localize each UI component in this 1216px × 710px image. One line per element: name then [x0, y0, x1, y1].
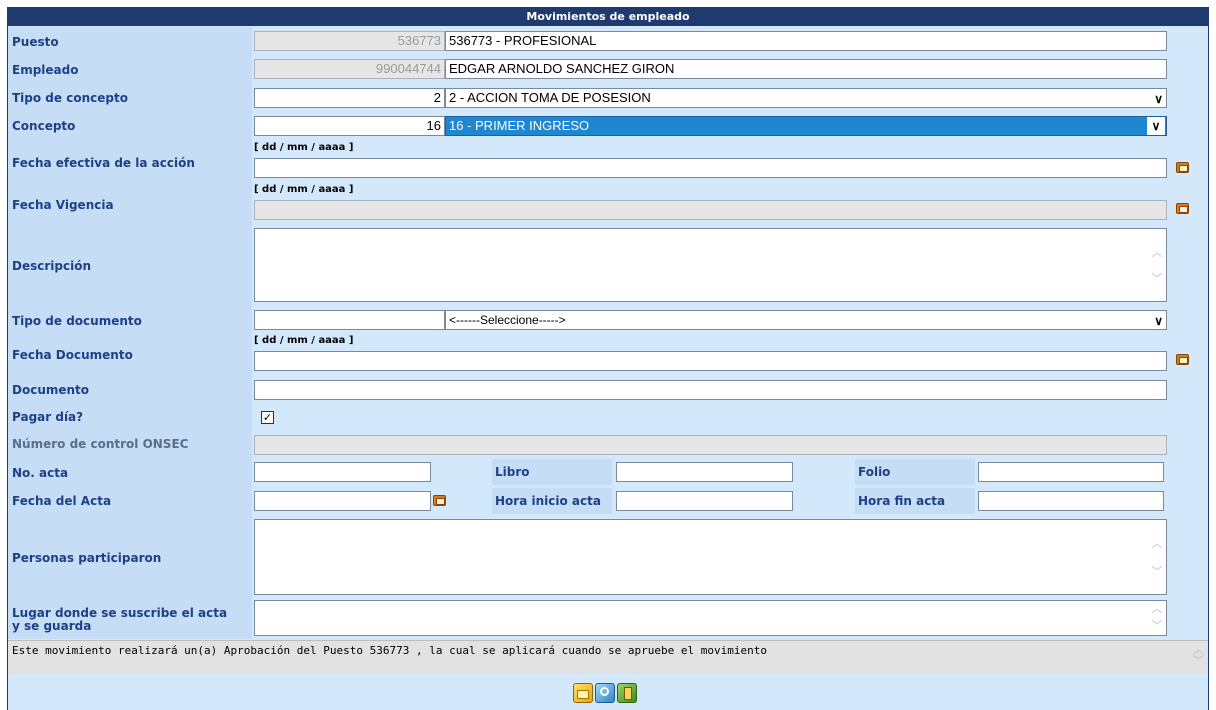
lugar-label-line2: y se guarda: [12, 619, 92, 633]
numero-control-label: Número de control ONSEC: [12, 437, 189, 451]
documento-field[interactable]: [254, 380, 1167, 400]
fecha-documento-label: Fecha Documento: [12, 348, 133, 362]
personas-label: Personas participaron: [12, 551, 162, 565]
status-message-text: Este movimiento realizará un(a) Aprobaci…: [12, 644, 767, 657]
fecha-efectiva-label: Fecha efectiva de la acción: [12, 156, 195, 170]
calendar-icon[interactable]: [1176, 162, 1189, 173]
fecha-documento-field[interactable]: [254, 351, 1167, 371]
tipo-documento-label: Tipo de documento: [12, 314, 142, 328]
fecha-vigencia-field: [254, 200, 1167, 220]
hora-inicio-field[interactable]: [616, 491, 793, 511]
employee-movement-form: Movimientos de empleado Puesto 536773 53…: [7, 7, 1209, 710]
concepto-select[interactable]: 16 - PRIMER INGRESO ∨: [445, 116, 1167, 136]
empleado-field[interactable]: EDGAR ARNOLDO SANCHEZ GIRON: [445, 59, 1167, 79]
empleado-code-field: 990044744: [254, 59, 445, 79]
no-acta-field[interactable]: [254, 462, 431, 482]
chevron-down-icon: ∨: [1147, 117, 1165, 135]
tipo-documento-select[interactable]: <------Seleccione-----> ∨: [445, 310, 1167, 330]
exit-icon[interactable]: [617, 683, 637, 703]
chevron-down-icon: ∨: [1154, 92, 1163, 106]
no-acta-label: No. acta: [12, 466, 69, 480]
tipo-concepto-selected: 2 - ACCION TOMA DE POSESION: [449, 90, 651, 105]
documento-label: Documento: [12, 383, 90, 397]
calendar-icon[interactable]: [1176, 354, 1189, 365]
door-icon: [624, 687, 632, 700]
tipo-concepto-code-field[interactable]: 2: [254, 88, 445, 108]
magnifier-icon: [600, 687, 609, 696]
personas-textarea[interactable]: ︿ ﹀: [254, 519, 1167, 595]
tipo-documento-selected: <------Seleccione----->: [449, 313, 566, 327]
hora-fin-field[interactable]: [978, 491, 1164, 511]
puesto-field[interactable]: 536773 - PROFESIONAL: [445, 31, 1167, 51]
tipo-documento-code-field[interactable]: [254, 310, 445, 330]
scroll-down-icon[interactable]: ﹀: [1150, 620, 1164, 631]
chevron-down-icon: ∨: [1154, 314, 1163, 328]
fecha-vigencia-hint: [ dd / mm / aaaa ]: [254, 184, 354, 195]
folder-icon: [577, 690, 589, 699]
scroll-down-icon[interactable]: ﹀: [1150, 273, 1164, 284]
lugar-textarea[interactable]: ︿ ﹀: [254, 600, 1167, 636]
form-title: Movimientos de empleado: [8, 7, 1208, 26]
scroll-down-icon[interactable]: ﹀: [1150, 566, 1164, 577]
fecha-efectiva-hint: [ dd / mm / aaaa ]: [254, 142, 354, 153]
libro-field[interactable]: [616, 462, 793, 482]
tipo-concepto-select[interactable]: 2 - ACCION TOMA DE POSESION ∨: [445, 88, 1167, 108]
fecha-documento-hint: [ dd / mm / aaaa ]: [254, 335, 354, 346]
search-icon[interactable]: [595, 683, 615, 703]
scroll-up-icon[interactable]: ︿: [1150, 247, 1164, 258]
hora-fin-label: Hora fin acta: [855, 488, 975, 514]
puesto-code-field: 536773: [254, 31, 445, 51]
folio-field[interactable]: [978, 462, 1164, 482]
concepto-selected: 16 - PRIMER INGRESO: [449, 118, 590, 133]
status-message: Este movimiento realizará un(a) Aprobaci…: [8, 640, 1208, 674]
calendar-icon[interactable]: [1176, 203, 1189, 214]
calendar-icon[interactable]: [433, 495, 446, 506]
numero-control-field: [254, 435, 1167, 455]
fecha-efectiva-field[interactable]: [254, 158, 1167, 178]
fecha-acta-field[interactable]: [254, 491, 431, 511]
empleado-label: Empleado: [12, 63, 79, 77]
pagar-dia-label: Pagar día?: [12, 410, 84, 424]
folio-label: Folio: [855, 459, 975, 485]
pagar-dia-checkbox[interactable]: ✓: [261, 411, 274, 424]
concepto-code-field[interactable]: 16: [254, 116, 445, 136]
scroll-arrows-icon[interactable]: ︿ ﹀: [1193, 644, 1204, 666]
descripcion-label: Descripción: [12, 259, 91, 273]
scroll-up-icon[interactable]: ︿: [1150, 538, 1164, 549]
tipo-concepto-label: Tipo de concepto: [12, 91, 128, 105]
scroll-up-icon[interactable]: ︿: [1150, 603, 1164, 614]
fecha-vigencia-label: Fecha Vigencia: [12, 198, 114, 212]
new-icon[interactable]: [573, 683, 593, 703]
concepto-label: Concepto: [12, 119, 76, 133]
hora-inicio-label: Hora inicio acta: [492, 488, 612, 514]
descripcion-textarea[interactable]: ︿ ﹀: [254, 228, 1167, 302]
puesto-label: Puesto: [12, 35, 59, 49]
fecha-acta-label: Fecha del Acta: [12, 494, 112, 508]
libro-label: Libro: [492, 459, 612, 485]
